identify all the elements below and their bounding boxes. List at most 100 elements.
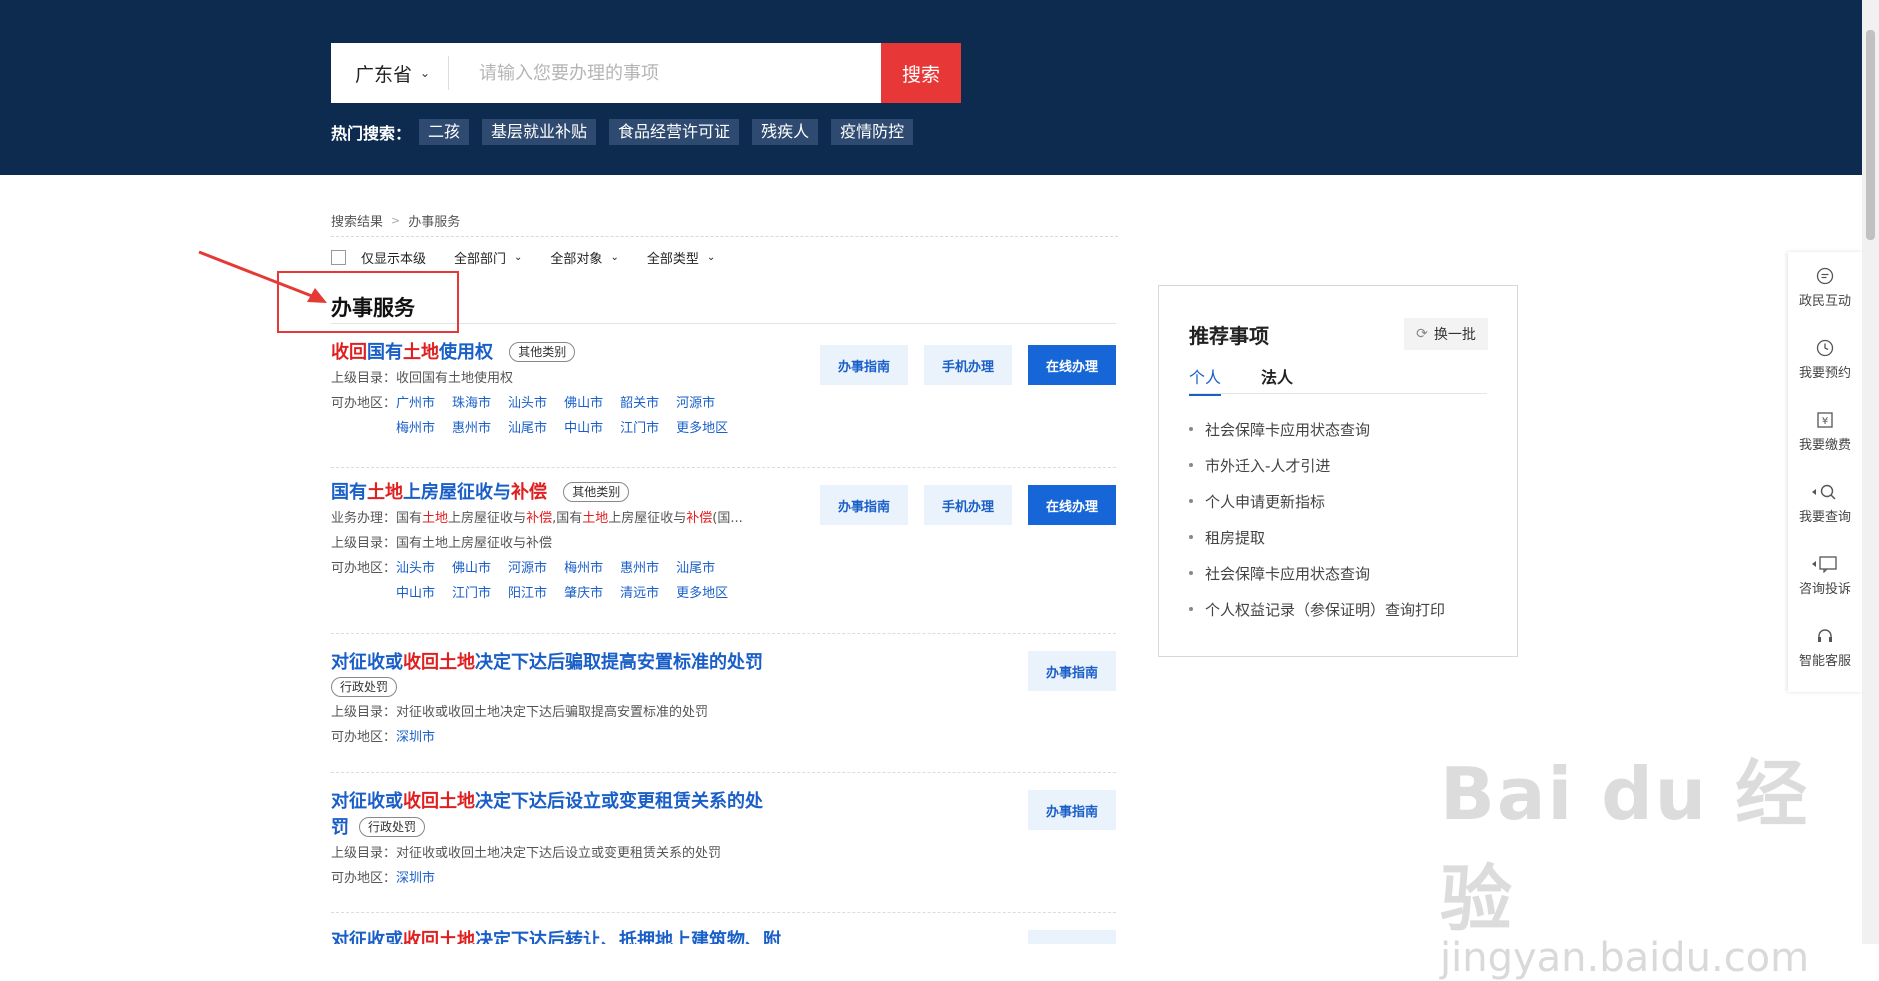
hot-search: 热门搜索： 二孩 基层就业补贴 食品经营许可证 残疾人 疫情防控 [331,119,926,145]
sidebar-item-query[interactable]: 我要查询 [1788,468,1862,540]
hot-search-label: 热门搜索： [331,124,412,143]
chevron-down-icon: ⌄ [610,252,619,263]
clock-icon [1816,339,1834,357]
baidu-jingyan-watermark: Bai du 经验 jingyan.baidu.com [1440,735,1879,981]
sidebar-item-payment[interactable]: ¥ 我要缴费 [1788,396,1862,468]
region-label: 可办地区： [331,730,397,745]
recommend-item[interactable]: 租房提取 [1189,520,1445,556]
tab-personal[interactable]: 个人 [1189,364,1222,396]
recommend-item[interactable]: 社会保障卡应用状态查询 [1189,556,1445,592]
filter-type[interactable]: 全部类型 ⌄ [647,248,715,267]
region-link[interactable]: 汕头市 [396,556,435,581]
recommend-item[interactable]: 个人申请更新指标 [1189,484,1445,520]
region-link[interactable]: 佛山市 [452,556,491,581]
online-button[interactable]: 在线办理 [1028,485,1116,525]
more-regions-link[interactable]: 更多地区 [676,581,728,606]
region-link[interactable]: 梅州市 [396,416,435,441]
region-link[interactable]: 佛山市 [564,391,603,416]
tag-row: 行政处罚 [331,676,1116,700]
mobile-button[interactable]: 手机办理 [924,345,1012,385]
guide-button[interactable]: 办事指南 [820,485,908,525]
region-link[interactable]: 惠州市 [452,416,491,441]
result-item: 收回国有土地使用权 其他类别 上级目录：收回国有土地使用权 可办地区： 广州市 … [331,340,1116,441]
sidebar-item-service[interactable]: 智能客服 [1788,612,1862,684]
title-highlight: 土地 [403,342,439,363]
title-highlight: 补偿 [511,482,547,503]
sidebar-item-interaction[interactable]: 政民互动 [1788,252,1862,324]
sidebar-item-appointment[interactable]: 我要预约 [1788,324,1862,396]
region-link[interactable]: 清远市 [620,581,659,606]
hot-tag[interactable]: 残疾人 [752,119,819,145]
region-link[interactable]: 汕尾市 [508,416,547,441]
province-select[interactable]: 广东省 ⌄ [331,43,448,103]
breadcrumb-item: 办事服务 [408,215,461,230]
region-link[interactable]: 河源市 [508,556,547,581]
region-link[interactable]: 惠州市 [620,556,659,581]
scrollbar-thumb[interactable] [1866,30,1875,240]
parent-label: 上级目录： [331,705,397,720]
filter-dept[interactable]: 全部部门 ⌄ [454,248,522,267]
title-text: 对征收或 [331,791,403,812]
search-input[interactable] [449,43,881,103]
region-link[interactable]: 广州市 [396,391,435,416]
region-link[interactable]: 深圳市 [396,725,435,750]
region-link[interactable]: 江门市 [452,581,491,606]
hot-tag[interactable]: 疫情防控 [831,119,914,145]
recommend-item[interactable]: 市外迁入-人才引进 [1189,448,1445,484]
region-label: 可办地区： [331,561,397,576]
region-link[interactable]: 江门市 [620,416,659,441]
recommend-panel: 推荐事项 ⟳ 换一批 个人 法人 社会保障卡应用状态查询 市外迁入-人才引进 个… [1158,285,1518,657]
title-highlight: 收回土地 [403,652,475,673]
mobile-button[interactable]: 手机办理 [924,485,1012,525]
hot-tag[interactable]: 二孩 [419,119,470,145]
business-label: 业务办理： [331,511,397,526]
watermark-url: jingyan.baidu.com [1440,935,1810,981]
breadcrumb-separator-icon: > [391,214,401,227]
guide-button[interactable]: 办事指南 [1028,790,1116,830]
business-text: ,国有 [552,511,583,526]
region-link[interactable]: 汕头市 [508,391,547,416]
region-link[interactable]: 汕尾市 [676,556,715,581]
region-link[interactable]: 中山市 [564,416,603,441]
tab-legal[interactable]: 法人 [1261,364,1293,396]
region-list: 广州市 珠海市 汕头市 佛山市 韶关市 河源市 梅州市 惠州市 汕尾市 中山市 … [396,391,756,441]
online-button[interactable]: 在线办理 [1028,345,1116,385]
parent-value: 收回国有土地使用权 [396,371,514,386]
filter-target[interactable]: 全部对象 ⌄ [550,248,618,267]
result-title[interactable]: 对征收或收回土地决定下达后设立或变更租赁关系的处 [331,789,1116,815]
region-link[interactable]: 梅州市 [564,556,603,581]
result-title[interactable]: 对征收或收回土地决定下达后骗取提高安置标准的处罚 [331,650,1116,676]
guide-button[interactable]: 办事指南 [1028,651,1116,691]
divider [331,633,1116,634]
recommend-item[interactable]: 社会保障卡应用状态查询 [1189,412,1445,448]
only-local-label[interactable]: 仅显示本级 [361,248,426,267]
region-link[interactable]: 韶关市 [620,391,659,416]
parent-directory: 上级目录：对征收或收回土地决定下达后设立或变更租赁关系的处罚 [331,841,1116,866]
guide-button[interactable]: 办事指南 [820,345,908,385]
title-text: 国有 [367,342,403,363]
more-regions-link[interactable]: 更多地区 [676,416,728,441]
action-buttons: 办事指南 手机办理 在线办理 [804,345,1116,385]
region-link[interactable]: 肇庆市 [564,581,603,606]
recommend-label: 市外迁入-人才引进 [1205,457,1331,475]
chat-icon [1816,267,1834,285]
result-title[interactable]: 对征收或收回土地决定下达后转让、抵押地上建筑物、附 [331,928,1116,944]
business-highlight: 补偿 [686,511,713,526]
refresh-button[interactable]: ⟳ 换一批 [1404,318,1488,350]
sidebar-item-complaint[interactable]: 咨询投诉 [1788,540,1862,612]
hot-tag[interactable]: 基层就业补贴 [482,119,597,145]
breadcrumb-item[interactable]: 搜索结果 [331,211,383,230]
business-highlight: 土地 [582,511,609,526]
hot-tag[interactable]: 食品经营许可证 [609,119,740,145]
region-link[interactable]: 深圳市 [396,866,435,891]
region-link[interactable]: 河源市 [676,391,715,416]
guide-button[interactable]: 办事指南 [1028,930,1116,944]
search-button[interactable]: 搜索 [881,43,961,103]
category-tag: 行政处罚 [331,677,398,697]
region-link[interactable]: 阳江市 [508,581,547,606]
result-title-continued[interactable]: 罚行政处罚 [331,815,1116,841]
sidebar-label: 我要查询 [1798,510,1851,525]
region-link[interactable]: 珠海市 [452,391,491,416]
region-link[interactable]: 中山市 [396,581,435,606]
recommend-item[interactable]: 个人权益记录（参保证明）查询打印 [1189,592,1445,628]
